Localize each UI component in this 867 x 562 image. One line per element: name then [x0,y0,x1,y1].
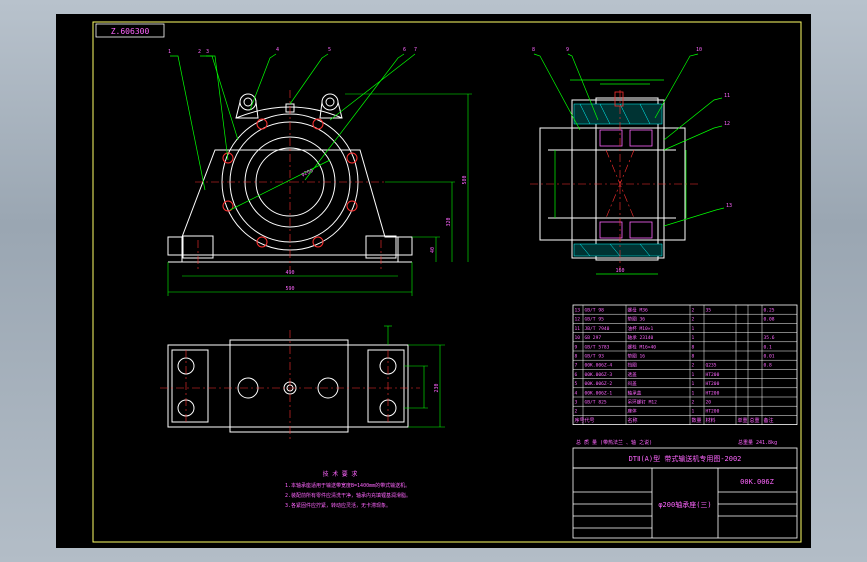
balloon-2: 2 [198,49,201,55]
bom-cell: GB/T 95 [585,317,605,323]
bom-cell: HT200 [706,409,720,415]
bom-cell: GB/T 5783 [585,344,610,350]
bom-cell: 0.01 [764,354,775,360]
bom-cell: HT200 [706,390,720,396]
dim-center-height: 320 [446,217,452,226]
dim-base-depth: 230 [434,383,440,392]
balloon-6: 6 [403,47,406,53]
bom-cell: 1 [692,409,695,415]
bom-cell: Q235 [706,363,717,369]
bom-cell: 油杯 M10×1 [628,325,654,332]
balloon-13: 13 [726,203,732,209]
bom-cell: HT200 [706,372,720,378]
cad-drawing: Z.606300 590 490 580 320 40 φ200 1 2 3 4… [56,14,811,548]
bom-cell: 20 [706,400,712,406]
bom-cell: 6 [575,372,578,378]
bom-cell: 1 [692,326,695,332]
balloon-11: 11 [724,93,730,99]
bom-cell: 9 [575,344,578,350]
bom-cell: 挡圈 [628,362,638,369]
title-part-name: φ200轴承座(三) [658,500,711,509]
balloon-1: 1 [168,49,171,55]
bom-cell: 0.8 [764,363,773,369]
bom-cell: 0.25 [764,308,775,314]
bom-cell: 垫圈 16 [628,353,646,360]
bom-cell: 座体 [628,408,638,415]
bom-cell: 3 [575,400,578,406]
bom-cell: 垫圈 36 [628,316,646,323]
bom-cell: 2 [692,317,695,323]
bom-cell: 2 [692,363,695,369]
dim-section-width: 160 [615,268,624,274]
bom-cell: 5 [575,381,578,387]
bom-cell: 2 [575,409,578,415]
balloon-9: 9 [566,47,569,53]
bom-cell: 00K.006Z-4 [585,363,613,369]
balloon-10: 10 [696,47,702,53]
drawing-id: Z.606300 [111,27,150,36]
bom-cell: 8 [692,344,695,350]
bom-cell: 00K.006Z-1 [585,390,613,396]
balloon-8: 8 [532,47,535,53]
bom-cell: 8 [692,354,695,360]
bom-cell: 35 [706,308,712,314]
bom-cell: 0.08 [764,317,775,323]
bom-cell: 8 [575,354,578,360]
bom-cell: 11 [575,326,581,332]
bom-cell: 轴承盖 [628,389,642,396]
dim-base-height: 40 [430,247,436,253]
title-standard: DTⅡ(A)型 带式输送机专用图-2002 [629,454,742,463]
weight-note: 总重量 241.8kg [738,439,777,446]
bom-cell: JB/T 7940 [585,326,610,332]
bom-header-cell: 单重 [738,417,748,424]
bom-header-cell: 总重 [750,417,760,424]
bom-cell: GB/T 98 [585,308,605,314]
bom-cell: 00K.006Z-2 [585,381,613,387]
bom-cell: GB/T 93 [585,354,605,360]
note-line-3: 3.各紧固件应拧紧，转动应灵活，无卡滞现象。 [285,502,391,509]
bom-cell: 1 [692,372,695,378]
bom-cell: HT200 [706,381,720,387]
balloon-4: 4 [276,47,279,53]
balloon-3: 3 [206,49,209,55]
bom-cell: 1 [692,381,695,387]
bom-cell: 00K.006Z-3 [585,372,613,378]
bom-cell: 闷盖 [628,380,638,387]
bom-cell: 透盖 [628,371,638,378]
bom-cell: 35.6 [764,335,775,341]
title-drawing-number: 00K.006Z [740,478,774,486]
totals-label: 总 质 量 (带热法兰 、轴 之说) [576,439,652,446]
bom-cell: 轴承 23140 [628,334,654,341]
notes-heading: 技 术 要 求 [323,470,358,478]
note-line-1: 1.本轴承座适用于输送带宽度B=1400mm的带式输送机。 [285,482,410,489]
dim-bolt-span: 490 [285,270,294,276]
bom-cell: 1 [692,335,695,341]
balloon-12: 12 [724,121,730,127]
bom-cell: 4 [575,390,578,396]
bom-header-cell: 代号 [585,417,595,424]
bom-cell: 螺母 M36 [628,307,648,314]
dim-overall-height: 580 [462,175,468,184]
bom-cell: 1 [692,390,695,396]
note-line-2: 2.装配前所有零件应清洗干净，轴承内充填锂基润滑脂。 [285,492,411,499]
balloon-5: 5 [328,47,331,53]
bom-cell: GB 297 [585,335,602,341]
bom-cell: GB/T 825 [585,400,607,406]
bom-header-cell: 备注 [764,417,774,424]
bom-cell: 吊环螺钉 M12 [628,399,658,406]
bom-header-cell: 名称 [628,417,638,424]
bom-cell: 12 [575,317,581,323]
bom-cell: 13 [575,308,581,314]
bom-cell: 7 [575,363,578,369]
balloon-7: 7 [414,47,417,53]
dim-front-width: 590 [285,286,294,292]
bom-header-cell: 序号 [575,417,585,424]
bom-cell: 0.1 [764,344,773,350]
bom-header-cell: 数量 [692,417,702,424]
bom-cell: 2 [692,400,695,406]
bom-cell: 螺栓 M16×40 [628,343,657,350]
bom-header-cell: 材料 [706,417,716,424]
bom-cell: 10 [575,335,581,341]
bom-cell: 2 [692,308,695,314]
